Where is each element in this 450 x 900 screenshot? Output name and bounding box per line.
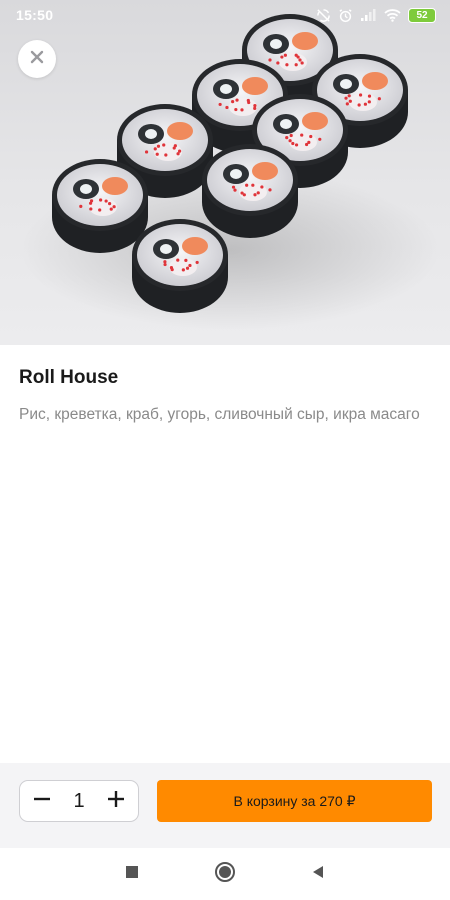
close-button[interactable] (18, 40, 56, 78)
quantity-value: 1 (73, 789, 85, 812)
status-icons: 52 (316, 7, 436, 23)
alarm-icon (338, 8, 353, 23)
back-icon (310, 864, 326, 885)
increase-button[interactable] (102, 787, 130, 815)
sushi-roll-piece (202, 144, 298, 238)
recents-button[interactable] (120, 862, 144, 886)
sushi-roll-piece (52, 159, 148, 253)
minus-icon (32, 789, 52, 814)
add-to-cart-button[interactable]: В корзину за 270 ₽ (157, 780, 432, 822)
status-time: 15:50 (16, 7, 54, 23)
close-icon (30, 50, 44, 69)
home-icon (214, 861, 236, 888)
sushi-rolls-image (20, 14, 440, 330)
signal-icon (360, 8, 377, 22)
product-photo (0, 0, 450, 345)
sushi-roll-piece (132, 219, 228, 313)
battery-icon: 52 (408, 7, 436, 23)
product-description: Рис, креветка, краб, угорь, сливочный сы… (19, 406, 420, 423)
quantity-stepper: 1 (19, 780, 139, 822)
plus-icon (106, 789, 126, 814)
sync-off-icon (316, 8, 331, 23)
home-button[interactable] (213, 861, 237, 888)
add-to-cart-label: В корзину за 270 ₽ (233, 792, 356, 809)
wifi-icon (384, 8, 401, 22)
product-title: Roll House (19, 367, 119, 388)
recents-icon (125, 865, 139, 884)
product-screen: 15:50 52 Roll House Рис, креветка, краб,… (0, 0, 450, 900)
decrease-button[interactable] (28, 787, 56, 815)
status-bar: 15:50 52 (0, 0, 450, 30)
system-nav-bar (0, 848, 450, 900)
back-button[interactable] (306, 862, 330, 886)
